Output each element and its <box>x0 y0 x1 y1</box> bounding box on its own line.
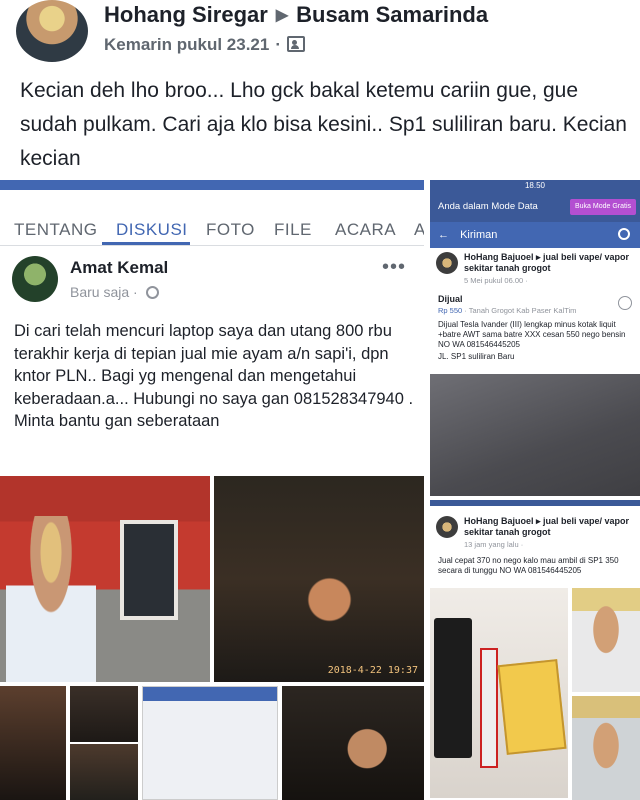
post-author-line: Hohang Siregar ▶ Busam Samarinda <box>104 2 488 28</box>
avatar[interactable] <box>16 0 88 62</box>
tab-foto[interactable]: FOTO <box>206 220 255 240</box>
active-tab-indicator <box>102 242 190 245</box>
selfie-photo[interactable] <box>572 696 640 800</box>
listing-avatar[interactable] <box>436 252 458 274</box>
kiriman-title: Kiriman <box>460 229 498 241</box>
separator-dot: · <box>275 35 282 54</box>
battery <box>480 648 498 768</box>
phone-screenshot-listing: 18.50 Anda dalam Mode Data Buka Mode Gra… <box>430 180 640 496</box>
tab-tentang[interactable]: TENTANG <box>14 220 97 240</box>
listing-poster[interactable]: HoHang Bajuoel ▸ jual beli vape/ vapor s… <box>464 252 634 274</box>
thumbnail-header-bar <box>143 687 277 701</box>
product-box <box>497 659 567 755</box>
status-bar: 18.50 <box>430 180 640 192</box>
selfie-photo[interactable] <box>572 588 640 692</box>
message-seller-icon[interactable] <box>618 296 632 310</box>
listing-time: 13 jam yang lalu · <box>464 540 524 549</box>
vape-device <box>434 618 472 758</box>
search-icon[interactable] <box>618 228 630 240</box>
photo-thumbnail[interactable] <box>282 686 424 800</box>
listing-location: · Tanah Grogot Kab Paser KalTim <box>464 306 577 315</box>
globe-icon <box>145 286 159 299</box>
tab-file[interactable]: FILE <box>274 220 312 240</box>
listing-price: Rp 550 <box>438 306 463 315</box>
free-mode-button[interactable]: Buka Mode Gratis <box>569 199 636 215</box>
data-mode-text: Anda dalam Mode Data <box>438 201 538 212</box>
data-mode-bar: Anda dalam Mode Data Buka Mode Gratis <box>430 192 640 222</box>
group-post-body: Di cari telah mencuri laptop saya dan ut… <box>14 322 414 430</box>
photo-night-group[interactable]: 2018-4-22 19:37 <box>214 476 424 682</box>
group-post-avatar[interactable] <box>12 256 58 302</box>
share-arrow-icon: ▶ <box>275 7 289 24</box>
post-meta: Kemarin pukul 23.21 · <box>104 34 306 55</box>
listing-address: JL. SP1 suliliran Baru <box>438 352 515 361</box>
listing-avatar[interactable] <box>436 516 458 538</box>
kiriman-header: ← Kiriman <box>430 222 640 248</box>
photo-thumbnail[interactable] <box>70 686 138 742</box>
more-options-icon[interactable]: ••• <box>382 256 406 279</box>
post-text: Kecian deh lho broo... Lho gck bakal ket… <box>20 79 627 170</box>
listing-time: 5 Mei pukul 06.00 · <box>464 276 528 285</box>
target-group-link[interactable]: Busam Samarinda <box>296 2 488 27</box>
listing-label: Dijual <box>438 294 463 304</box>
phone-screenshot-listing-2: HoHang Bajuoel ▸ jual beli vape/ vapor s… <box>430 500 640 800</box>
group-tabs: TENTANG DISKUSI FOTO FILE ACARA A <box>0 202 424 246</box>
group-post-time-row: Baru saja · <box>70 284 159 300</box>
person-figure <box>6 516 96 682</box>
tab-diskusi[interactable]: DISKUSI <box>116 220 188 240</box>
photo-thumbnail-screenshot[interactable] <box>142 686 278 800</box>
tab-acara[interactable]: ACARA <box>335 220 396 240</box>
vape-photo[interactable] <box>430 588 568 798</box>
back-arrow-icon[interactable]: ← <box>438 229 449 241</box>
photo-date-stamp: 2018-4-22 19:37 <box>327 665 418 676</box>
post-time[interactable]: Kemarin pukul 23.21 <box>104 35 269 54</box>
tab-more[interactable]: A <box>414 220 424 240</box>
group-post-author[interactable]: Amat Kemal <box>70 258 168 278</box>
listing-price-row: Rp 550 · Tanah Grogot Kab Paser KalTim <box>438 306 576 315</box>
listing-poster[interactable]: HoHang Bajuoel ▸ jual beli vape/ vapor s… <box>464 516 634 538</box>
photo-thumbnail[interactable] <box>70 744 138 800</box>
photo-thumbnail[interactable] <box>0 686 66 800</box>
listing-description: Jual cepat 370 no nego kalo mau ambil di… <box>438 556 619 575</box>
group-audience-icon[interactable] <box>287 36 306 52</box>
shop-door <box>120 520 178 620</box>
listing-photo[interactable] <box>430 374 640 496</box>
author-link[interactable]: Hohang Siregar <box>104 2 268 27</box>
group-post-time[interactable]: Baru saja <box>70 284 129 300</box>
photo-shop-selfie[interactable] <box>0 476 210 682</box>
post-header: Hohang Siregar ▶ Busam Samarinda Kemarin p… <box>0 0 640 72</box>
listing-description: Dijual Tesla Ivander (III) lengkap minus… <box>438 320 626 349</box>
